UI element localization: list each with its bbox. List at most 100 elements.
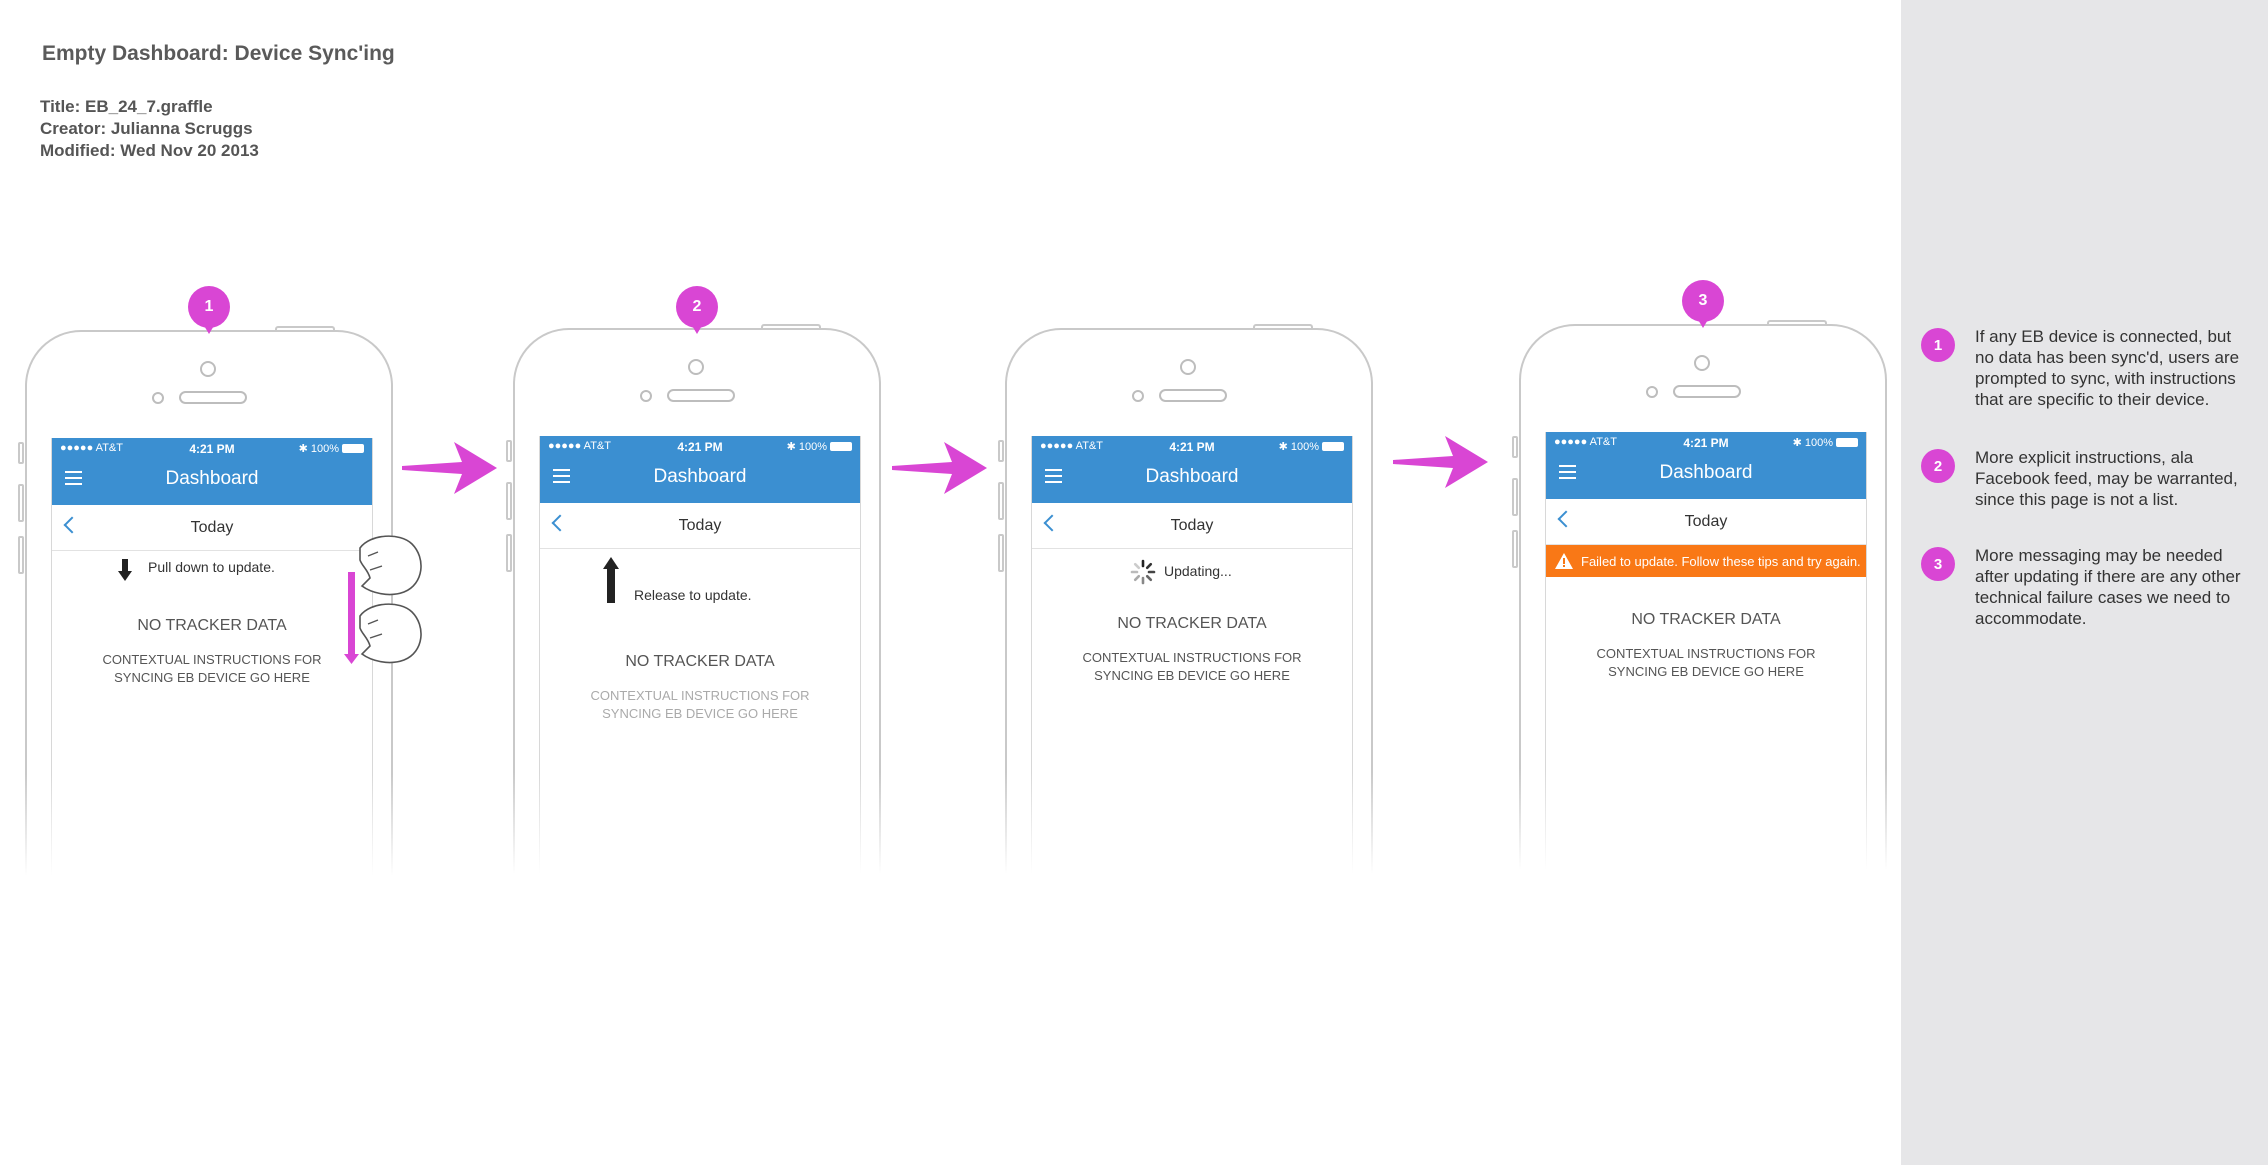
speaker-icon [667,389,735,402]
dashboard-content[interactable]: Release to update. NO TRACKER DATA CONTE… [540,549,860,889]
warning-icon [1555,553,1573,569]
phone-screen-2: ●●●●● AT&T 4:21 PM ✱ 100% Dashboard Toda… [506,324,885,892]
date-label: Today [678,517,722,534]
app-header: ●●●●● AT&T 4:21 PM ✱ 100% Dashboard [52,438,372,505]
app-header: ●●●●● AT&T 4:21 PM ✱ 100% Dashboard [540,436,860,503]
dashboard-content[interactable]: Failed to update. Follow these tips and … [1546,545,1866,885]
updating-status: Updating... [1164,563,1232,579]
battery-indicator: ✱ 100% [1793,436,1858,449]
app-title: Dashboard [1145,466,1239,487]
sensor-icon [1132,390,1144,402]
camera-icon [688,359,704,375]
bluetooth-icon: ✱ [1792,437,1802,449]
sync-instructions: CONTEXTUAL INSTRUCTIONS FOR SYNCING EB D… [1596,646,1816,679]
date-row: Today [1546,499,1866,545]
bluetooth-icon: ✱ [1278,441,1288,453]
phone-frame: ●●●●● AT&T 4:21 PM ✱ 100% Dashboard Toda… [21,330,397,894]
meta-creator: Creator: Julianna Scruggs [40,119,253,138]
date-row: Today [540,503,860,549]
note-number-badge: 2 [1921,449,1955,483]
sync-instructions: CONTEXTUAL INSTRUCTIONS FOR SYNCING EB D… [102,652,322,685]
app-screen: ●●●●● AT&T 4:21 PM ✱ 100% Dashboard Toda… [51,438,373,892]
status-bar: ●●●●● AT&T 4:21 PM ✱ 100% [1546,436,1866,452]
camera-icon [1694,355,1710,371]
dashboard-content[interactable]: Pull down to update. NO TRACKER DATA CON… [52,551,372,891]
note-text: More messaging may be needed after updat… [1975,546,2241,628]
volume-up-button [506,482,512,520]
battery-indicator: ✱ 100% [299,442,364,455]
app-screen: ●●●●● AT&T 4:21 PM ✱ 100% Dashboard Toda… [1031,436,1353,890]
volume-up-button [998,482,1004,520]
no-tracker-data: NO TRACKER DATA [137,617,287,634]
no-tracker-data: NO TRACKER DATA [1117,615,1267,632]
no-tracker-data: NO TRACKER DATA [1631,611,1781,628]
phone-frame: ●●●●● AT&T 4:21 PM ✱ 100% Dashboard Toda… [1001,328,1377,892]
battery-indicator: ✱ 100% [787,440,852,453]
sensor-icon [640,390,652,402]
sync-instructions: CONTEXTUAL INSTRUCTIONS FOR SYNCING EB D… [1082,650,1302,683]
step-pin-2: 2 [676,286,718,344]
app-title: Dashboard [165,468,259,489]
volume-up-button [1512,478,1518,516]
loading-spinner-icon [1130,559,1156,585]
note-text: More explicit instructions, ala Facebook… [1975,448,2238,509]
pull-down-hint: Pull down to update. [148,559,275,575]
flow-arrow-icon [892,442,987,494]
status-bar: ●●●●● AT&T 4:21 PM ✱ 100% [1032,440,1352,456]
phone-screen-3: ●●●●● AT&T 4:21 PM ✱ 100% Dashboard Toda… [998,324,1377,892]
flow-arrow-icon [402,442,497,494]
notes-panel: 1 If any EB device is connected, but no … [1901,0,2268,1165]
date-label: Today [1170,517,1214,534]
battery-indicator: ✱ 100% [1279,440,1344,453]
mute-switch [18,442,24,464]
phone-frame: ●●●●● AT&T 4:21 PM ✱ 100% Dashboard Toda… [1515,324,1891,888]
app-header: ●●●●● AT&T 4:21 PM ✱ 100% Dashboard [1546,432,1866,499]
step-pin-badge: 1 [188,286,230,328]
update-failed-banner[interactable]: Failed to update. Follow these tips and … [1546,545,1866,577]
note-number-badge: 1 [1921,328,1955,362]
update-failed-message: Failed to update. Follow these tips and … [1581,553,1861,569]
app-screen: ●●●●● AT&T 4:21 PM ✱ 100% Dashboard Toda… [1545,432,1867,886]
speaker-icon [1159,389,1227,402]
mute-switch [1512,436,1518,458]
battery-label: 100% [1804,436,1833,449]
status-bar: ●●●●● AT&T 4:21 PM ✱ 100% [52,442,372,458]
battery-icon [342,444,364,453]
step-pin-badge: 3 [1682,280,1724,322]
pull-down-arrow-icon [118,559,132,581]
step-pin-badge: 2 [676,286,718,328]
status-bar: ●●●●● AT&T 4:21 PM ✱ 100% [540,440,860,456]
note-text: If any EB device is connected, but no da… [1975,327,2240,409]
dashboard-content[interactable]: Updating... NO TRACKER DATA CONTEXTUAL I… [1032,549,1352,889]
battery-label: 100% [310,442,339,455]
battery-icon [1322,442,1344,451]
camera-icon [1180,359,1196,375]
app-title: Dashboard [1659,462,1753,483]
date-row: Today [1032,503,1352,549]
battery-icon [1836,438,1858,447]
mute-switch [998,440,1004,462]
speaker-icon [179,391,247,404]
sensor-icon [152,392,164,404]
meta-modified: Modified: Wed Nov 20 2013 [40,141,259,160]
phone-screen-4: ●●●●● AT&T 4:21 PM ✱ 100% Dashboard Toda… [1512,320,1891,888]
sensor-icon [1646,386,1658,398]
pull-gesture-hand-icon [344,535,422,664]
camera-icon [200,361,216,377]
flow-arrow-icon [1393,436,1488,488]
meta-title: Title: EB_24_7.graffle [40,97,213,116]
date-label: Today [190,519,234,536]
volume-up-button [18,484,24,522]
phone-screen-1: ●●●●● AT&T 4:21 PM ✱ 100% Dashboard Toda… [18,326,397,894]
step-pin-3: 3 [1682,280,1724,338]
app-screen: ●●●●● AT&T 4:21 PM ✱ 100% Dashboard Toda… [539,436,861,890]
battery-label: 100% [1290,440,1319,453]
mute-switch [506,440,512,462]
no-tracker-data: NO TRACKER DATA [625,653,775,670]
phone-frame: ●●●●● AT&T 4:21 PM ✱ 100% Dashboard Toda… [509,328,885,892]
bluetooth-icon: ✱ [786,441,796,453]
volume-down-button [1512,530,1518,568]
step-pin-1: 1 [188,286,230,344]
volume-down-button [18,536,24,574]
volume-down-button [506,534,512,572]
